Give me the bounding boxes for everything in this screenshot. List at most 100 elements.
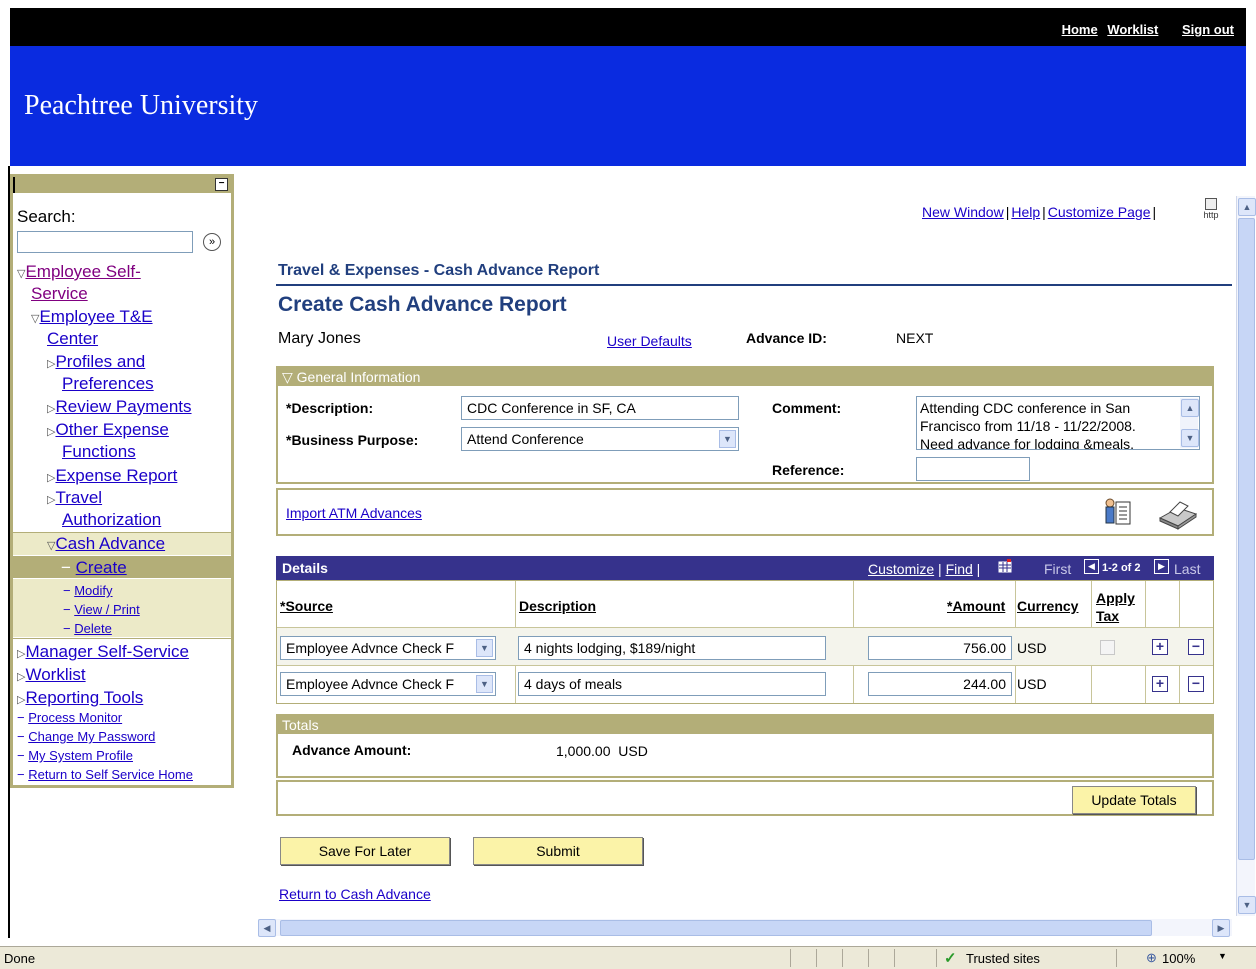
description-cell-field[interactable]: 4 days of meals [518, 672, 826, 696]
collapse-icon[interactable]: − [215, 178, 228, 191]
scroll-up-icon[interactable]: ▲ [1238, 198, 1256, 216]
chevron-down-icon[interactable]: ▼ [476, 639, 493, 657]
delete-row-icon[interactable]: − [1188, 639, 1204, 655]
comment-textarea[interactable]: Attending CDC conference in San Francisc… [916, 396, 1200, 450]
horizontal-scrollbar[interactable]: ◀ ▶ [258, 919, 1232, 937]
nav-item-view-print[interactable]: − View / Print [63, 601, 140, 619]
page-title: Create Cash Advance Report [278, 293, 567, 316]
column-header-source[interactable]: *Source [280, 598, 333, 614]
grid-download-icon[interactable] [998, 559, 1012, 573]
delete-row-icon[interactable]: − [1188, 676, 1204, 692]
source-select[interactable]: Employee Advnce Check F ▼ [280, 636, 496, 660]
user-defaults-link[interactable]: User Defaults [607, 333, 692, 349]
status-divider [842, 949, 843, 967]
reference-field[interactable] [916, 457, 1030, 481]
source-select[interactable]: Employee Advnce Check F ▼ [280, 672, 496, 696]
column-header-amount[interactable]: *Amount [947, 598, 1005, 614]
nav-item-profiles-2[interactable]: Preferences [62, 373, 154, 395]
nav-item-employee-te-center[interactable]: ▽Employee T&E [31, 306, 153, 330]
add-row-icon[interactable]: + [1152, 639, 1168, 655]
last-label[interactable]: Last [1174, 561, 1200, 577]
nav-item-other-expense[interactable]: ▷Other Expense [47, 419, 169, 443]
zoom-level[interactable]: 100% [1162, 951, 1195, 966]
nav-item-delete[interactable]: − Delete [63, 620, 112, 638]
nav-item-create[interactable]: − Create [61, 557, 127, 579]
nav-item-process-monitor[interactable]: − Process Monitor [17, 709, 122, 727]
nav-item-expense-report[interactable]: ▷Expense Report [47, 465, 177, 489]
advance-id-value: NEXT [896, 330, 934, 346]
apply-tax-checkbox[interactable] [1100, 640, 1115, 655]
search-go-icon[interactable]: » [203, 233, 221, 251]
return-to-cash-advance-link[interactable]: Return to Cash Advance [279, 886, 431, 902]
nav-header: − [13, 177, 231, 193]
comment-scrollbar[interactable]: ▲ ▼ [1180, 398, 1199, 448]
customize-page-link[interactable]: Customize Page [1048, 204, 1151, 220]
nav-item-profiles[interactable]: ▷Profiles and [47, 351, 145, 375]
nav-item-system-profile[interactable]: − My System Profile [17, 747, 133, 765]
details-title: Details [282, 560, 328, 576]
chevron-down-icon[interactable]: ▼ [719, 430, 736, 448]
home-link[interactable]: Home [1062, 22, 1098, 37]
worklist-link[interactable]: Worklist [1107, 22, 1158, 37]
nav-item-travel-authorization[interactable]: ▷Travel [47, 487, 102, 511]
customize-grid-link[interactable]: Customize [868, 561, 934, 577]
nav-item-review-payments[interactable]: ▷Review Payments [47, 396, 192, 420]
sign-out-link[interactable]: Sign out [1182, 22, 1234, 37]
amount-field[interactable]: 244.00 [868, 672, 1012, 696]
vertical-scroll-thumb[interactable] [1238, 218, 1255, 860]
nav-item-employee-te-center-2[interactable]: Center [47, 328, 98, 350]
add-row-icon[interactable]: + [1152, 676, 1168, 692]
import-atm-link[interactable]: Import ATM Advances [286, 505, 422, 521]
first-label[interactable]: First [1044, 561, 1071, 577]
new-window-link[interactable]: New Window [922, 204, 1004, 220]
nav-item-manager-self-service[interactable]: ▷Manager Self-Service [17, 641, 189, 665]
nav-item-worklist[interactable]: ▷Worklist [17, 664, 86, 688]
security-zone: Trusted sites [966, 951, 1040, 966]
status-divider [936, 949, 937, 967]
search-input[interactable] [17, 231, 193, 253]
horizontal-scroll-thumb[interactable] [280, 920, 1152, 936]
chevron-down-icon[interactable]: ▼ [476, 675, 493, 693]
row-range: 1-2 of 2 [1102, 562, 1141, 574]
column-header-currency[interactable]: Currency [1017, 598, 1078, 614]
save-for-later-button[interactable]: Save For Later [280, 837, 450, 865]
prev-page-icon[interactable]: ◀ [1084, 559, 1099, 574]
http-icon[interactable]: http [1200, 198, 1222, 220]
check-icon: ✓ [944, 950, 957, 967]
printer-icon[interactable] [1156, 498, 1200, 530]
description-cell-field[interactable]: 4 nights lodging, $189/night [518, 636, 826, 660]
search-label: Search: [17, 207, 76, 226]
nav-item-employee-self-service[interactable]: ▽Employee Self- [17, 261, 141, 285]
scroll-down-icon[interactable]: ▼ [1238, 896, 1256, 914]
nav-item-modify[interactable]: − Modify [63, 582, 113, 600]
nav-item-travel-authorization-2[interactable]: Authorization [62, 509, 161, 531]
nav-item-cash-advance[interactable]: ▽Cash Advance [47, 533, 165, 557]
scroll-down-icon[interactable]: ▼ [1181, 429, 1199, 447]
submit-button[interactable]: Submit [473, 837, 643, 865]
description-field[interactable]: CDC Conference in SF, CA [461, 396, 739, 420]
business-purpose-select[interactable]: Attend Conference ▼ [461, 427, 739, 451]
vertical-scrollbar[interactable]: ▲ ▼ [1236, 196, 1256, 916]
grid-row-divider [277, 665, 1213, 666]
nav-item-employee-self-service-2[interactable]: Service [31, 283, 88, 305]
column-header-description[interactable]: Description [519, 598, 596, 614]
advance-amount-label: Advance Amount: [292, 742, 412, 758]
column-header-apply-tax[interactable]: Apply Tax [1096, 589, 1135, 625]
nav-item-other-expense-2[interactable]: Functions [62, 441, 136, 463]
comment-label: Comment: [772, 400, 842, 416]
nav-item-reporting-tools[interactable]: ▷Reporting Tools [17, 687, 143, 711]
scroll-left-icon[interactable]: ◀ [258, 919, 276, 937]
scroll-up-icon[interactable]: ▲ [1181, 399, 1199, 417]
scroll-right-icon[interactable]: ▶ [1212, 919, 1230, 937]
zoom-dropdown-icon[interactable]: ▼ [1218, 951, 1227, 961]
notepad-person-icon[interactable] [1102, 496, 1134, 530]
next-page-icon[interactable]: ▶ [1154, 559, 1169, 574]
find-grid-link[interactable]: Find [946, 561, 973, 577]
update-totals-button[interactable]: Update Totals [1072, 786, 1196, 814]
help-link[interactable]: Help [1011, 204, 1040, 220]
nav-item-return-home[interactable]: − Return to Self Service Home [17, 766, 193, 784]
zoom-icon[interactable]: ⊕ [1146, 950, 1157, 966]
amount-field[interactable]: 756.00 [868, 636, 1012, 660]
nav-item-change-password[interactable]: − Change My Password [17, 728, 155, 746]
general-information-header[interactable]: ▽ General Information [278, 368, 1212, 386]
